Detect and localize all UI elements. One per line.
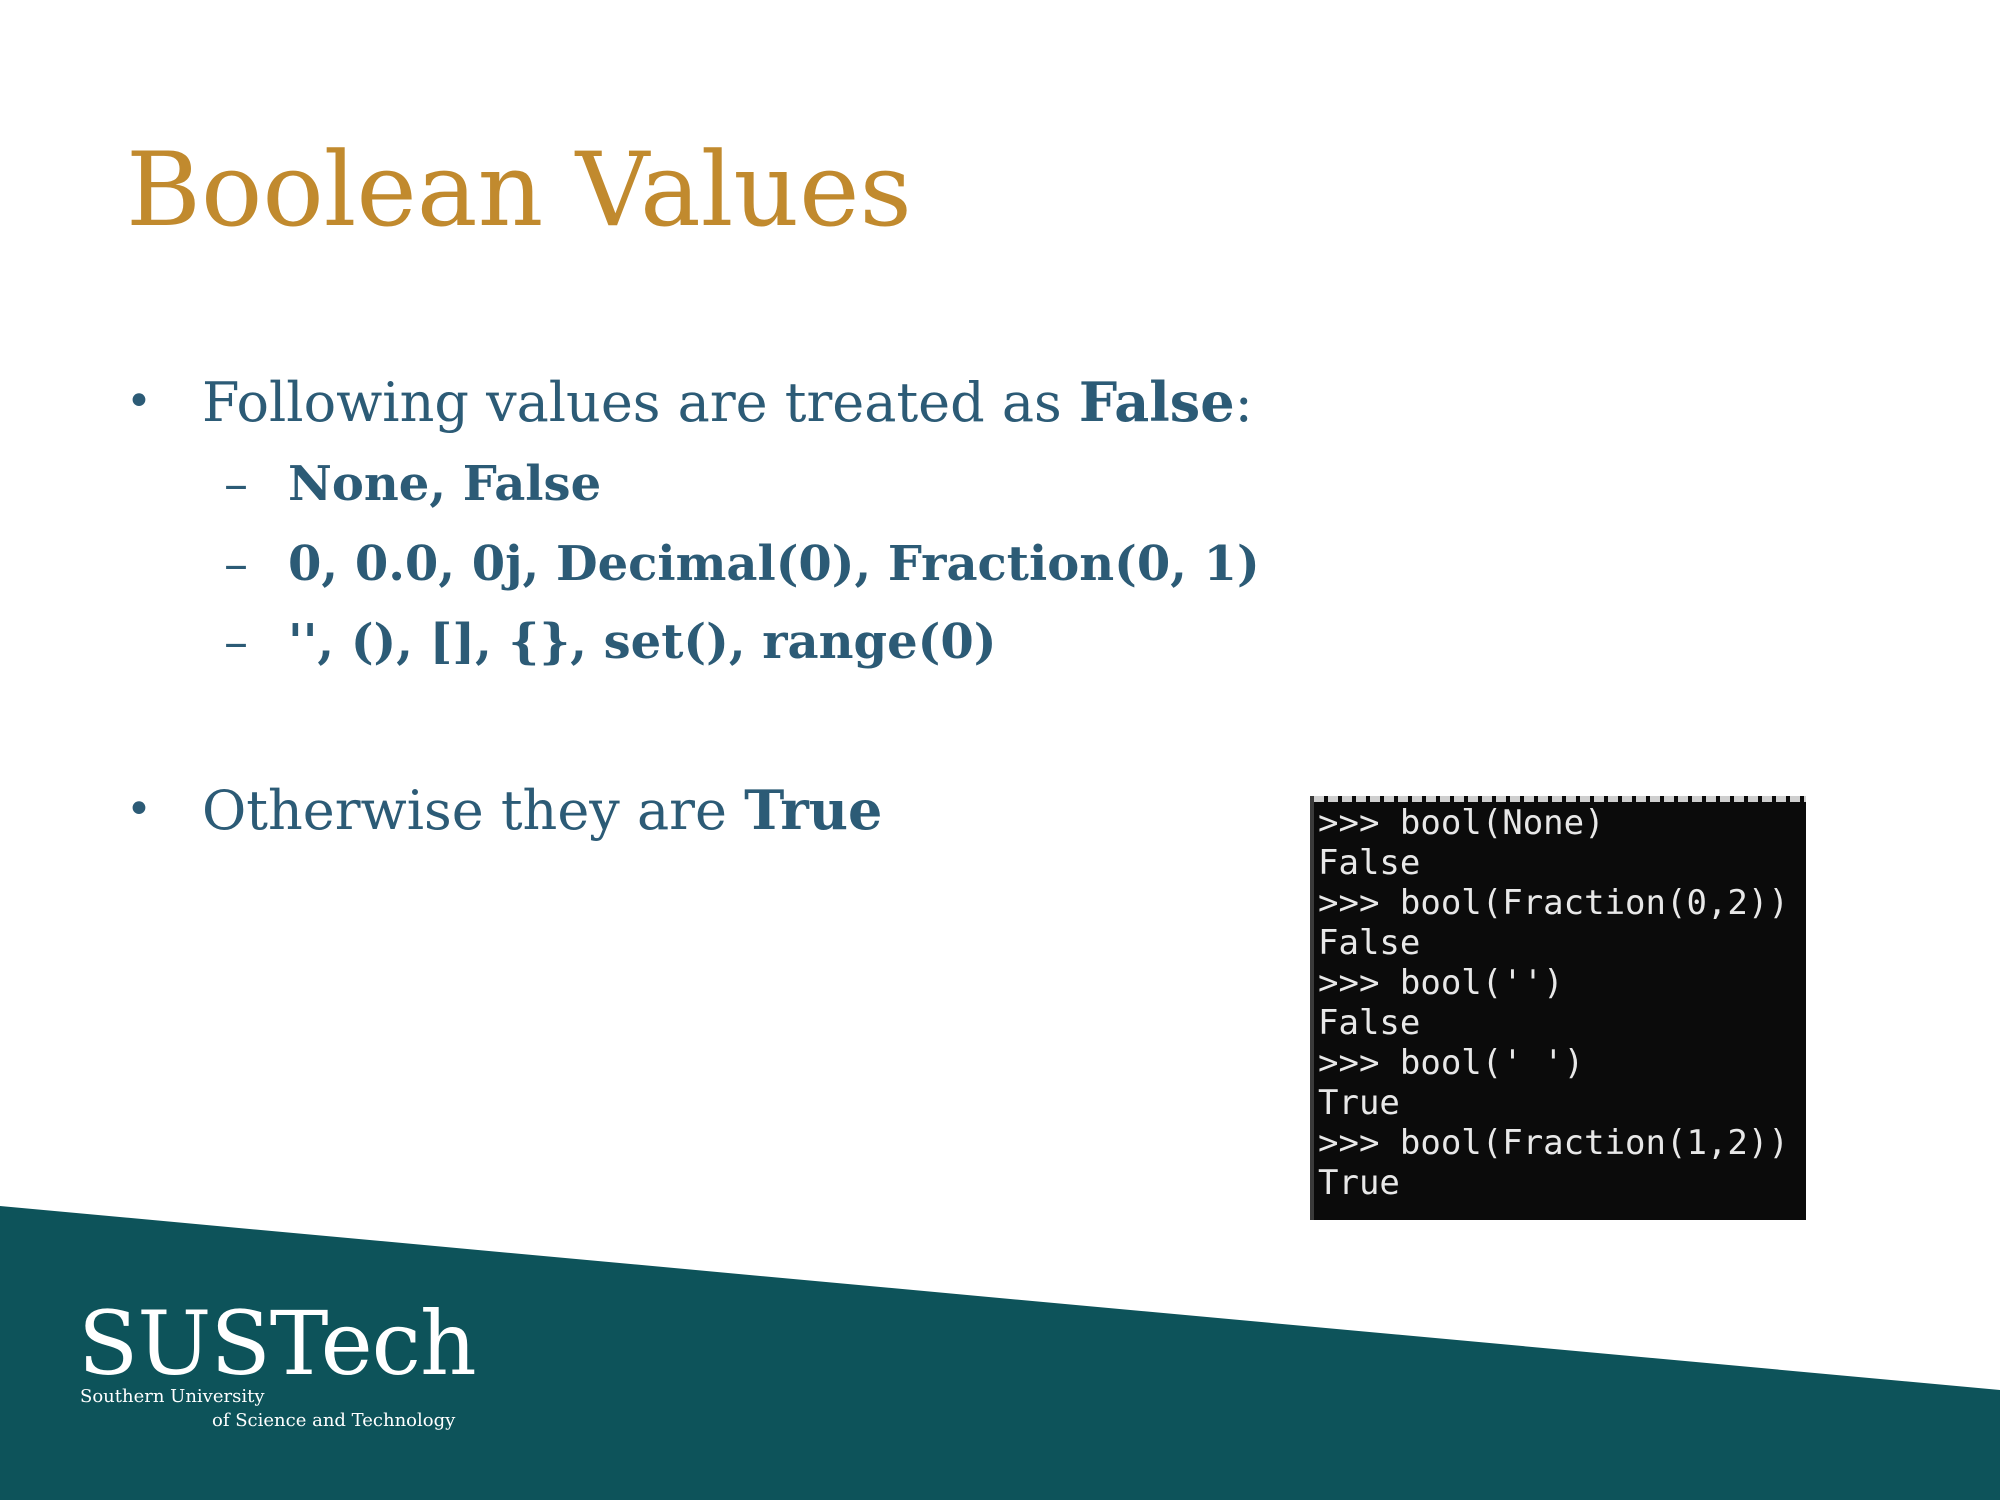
console-line: >>> bool(' ')	[1318, 1043, 1585, 1083]
logo-subtitle-line2: of Science and Technology	[212, 1410, 456, 1431]
console-line: >>> bool(None)	[1318, 803, 1605, 843]
console-line: True	[1318, 1163, 1400, 1203]
console-line: >>> bool(Fraction(1,2))	[1318, 1123, 1789, 1163]
logo-subtitle-line1: Southern University	[80, 1386, 265, 1407]
footer-band	[0, 1206, 2000, 1500]
console-line: False	[1318, 1003, 1421, 1043]
console-line: True	[1318, 1083, 1400, 1123]
sustech-logo: SUSTech	[78, 1292, 477, 1395]
console-line: False	[1318, 923, 1421, 963]
console-top-edge	[1314, 796, 1806, 802]
console-line: False	[1318, 843, 1421, 883]
python-console-screenshot: >>> bool(None) False >>> bool(Fraction(0…	[1310, 796, 1806, 1220]
slide: Boolean Values • Following values are tr…	[0, 0, 2000, 1500]
console-line: >>> bool('')	[1318, 963, 1564, 1003]
console-line: >>> bool(Fraction(0,2))	[1318, 883, 1789, 923]
